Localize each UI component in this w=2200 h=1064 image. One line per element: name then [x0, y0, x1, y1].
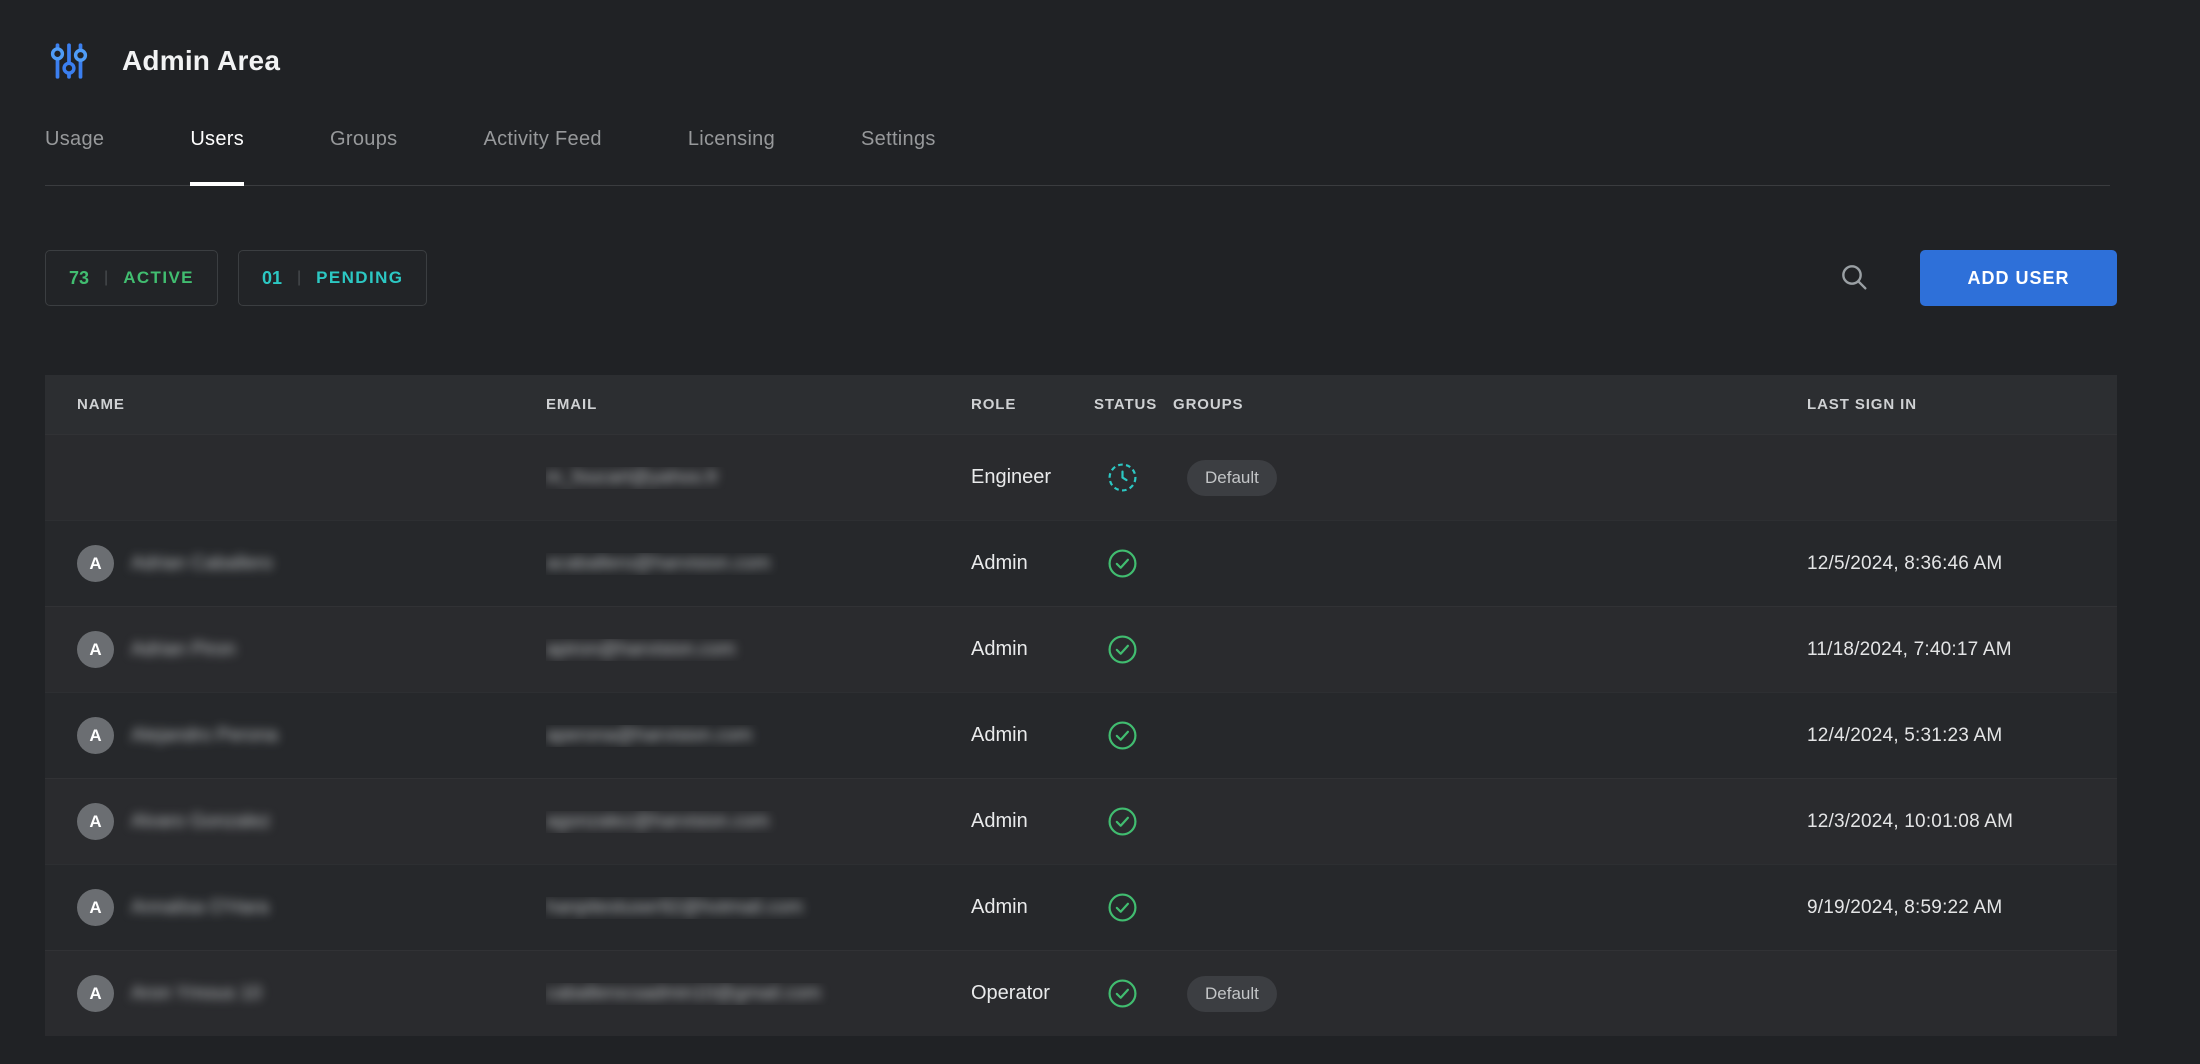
user-role: Admin	[971, 724, 1094, 747]
avatar: A	[77, 889, 114, 926]
last-sign-in: 11/18/2024, 7:40:17 AM	[1807, 639, 2085, 661]
avatar: A	[77, 631, 114, 668]
user-email: caballerocsadmin10@gmail.com	[546, 983, 821, 1004]
last-sign-in: 12/3/2024, 10:01:08 AM	[1807, 811, 2085, 833]
table-row[interactable]: m_foucart@yahoo.fr Engineer Default	[45, 434, 2117, 520]
status-pending-icon	[1094, 462, 1173, 493]
last-sign-in: 12/4/2024, 5:31:23 AM	[1807, 725, 2085, 747]
user-email: aperona@harvision.com	[546, 725, 752, 746]
admin-area-page: Admin Area Usage Users Groups Activity F…	[0, 0, 2200, 1064]
user-email: agonzalez@harvision.com	[546, 811, 769, 832]
table-header-row: NAME EMAIL ROLE STATUS GROUPS LAST SIGN …	[45, 375, 2117, 434]
user-name: Alejandro Perona	[131, 725, 278, 747]
tab-usage[interactable]: Usage	[45, 128, 104, 185]
user-role: Admin	[971, 810, 1094, 833]
add-user-button[interactable]: ADD USER	[1920, 250, 2117, 306]
table-body: m_foucart@yahoo.fr Engineer Default A Ad…	[45, 434, 2117, 1036]
user-name: Aron Ymous 10	[131, 983, 262, 1005]
app-logo-sliders-icon	[46, 38, 92, 84]
tab-groups[interactable]: Groups	[330, 128, 397, 185]
tab-bar: Usage Users Groups Activity Feed Licensi…	[45, 128, 2110, 186]
user-email: m_foucart@yahoo.fr	[546, 467, 718, 488]
table-row[interactable]: A Alejandro Perona aperona@harvision.com…	[45, 692, 2117, 778]
status-active-icon	[1094, 720, 1173, 751]
status-active-icon	[1094, 548, 1173, 579]
divider: |	[104, 269, 108, 287]
avatar: A	[77, 803, 114, 840]
active-users-filter[interactable]: 73 | ACTIVE	[45, 250, 218, 306]
tab-users[interactable]: Users	[190, 128, 244, 185]
status-active-icon	[1094, 806, 1173, 837]
search-button[interactable]	[1834, 258, 1874, 298]
table-row[interactable]: A Aron Ymous 10 caballerocsadmin10@gmail…	[45, 950, 2117, 1036]
group-badge: Default	[1187, 460, 1277, 496]
avatar: A	[77, 545, 114, 582]
page-title: Admin Area	[122, 45, 280, 77]
user-email: hanpitestuser92@hotmail.com	[546, 897, 803, 918]
toolbar: 73 | ACTIVE 01 | PENDING ADD USER	[45, 250, 2117, 306]
column-header-status: STATUS	[1094, 396, 1173, 413]
pending-count: 01	[262, 268, 282, 289]
pending-users-filter[interactable]: 01 | PENDING	[238, 250, 427, 306]
divider: |	[297, 269, 301, 287]
active-count: 73	[69, 268, 89, 289]
group-badge: Default	[1187, 976, 1277, 1012]
user-role: Engineer	[971, 466, 1094, 489]
table-row[interactable]: A Adrian Piron apiron@harvision.com Admi…	[45, 606, 2117, 692]
user-role: Admin	[971, 896, 1094, 919]
column-header-name: NAME	[77, 396, 546, 413]
user-name: Alvaro Gonzalez	[131, 811, 270, 833]
table-row[interactable]: A Adrian Caballero acaballero@harvision.…	[45, 520, 2117, 606]
tab-licensing[interactable]: Licensing	[688, 128, 775, 185]
avatar: A	[77, 717, 114, 754]
column-header-role: ROLE	[971, 396, 1094, 413]
user-name: Adrian Piron	[131, 639, 236, 661]
column-header-groups: GROUPS	[1173, 396, 1807, 413]
user-role: Operator	[971, 982, 1094, 1005]
active-label: ACTIVE	[123, 268, 194, 288]
user-name: Annalisa O'Hara	[131, 897, 269, 919]
status-active-icon	[1094, 892, 1173, 923]
users-table: NAME EMAIL ROLE STATUS GROUPS LAST SIGN …	[45, 375, 2117, 1036]
pending-label: PENDING	[316, 268, 403, 288]
status-active-icon	[1094, 978, 1173, 1009]
tab-settings[interactable]: Settings	[861, 128, 936, 185]
avatar: A	[77, 975, 114, 1012]
user-name: Adrian Caballero	[131, 553, 273, 575]
user-role: Admin	[971, 552, 1094, 575]
tab-activity-feed[interactable]: Activity Feed	[483, 128, 601, 185]
status-active-icon	[1094, 634, 1173, 665]
user-email: acaballero@harvision.com	[546, 553, 770, 574]
user-role: Admin	[971, 638, 1094, 661]
column-header-email: EMAIL	[546, 396, 971, 413]
last-sign-in: 9/19/2024, 8:59:22 AM	[1807, 897, 2085, 919]
user-email: apiron@harvision.com	[546, 639, 735, 660]
search-icon	[1838, 261, 1870, 296]
app-header: Admin Area	[0, 0, 2200, 84]
table-row[interactable]: A Annalisa O'Hara hanpitestuser92@hotmai…	[45, 864, 2117, 950]
last-sign-in: 12/5/2024, 8:36:46 AM	[1807, 553, 2085, 575]
table-row[interactable]: A Alvaro Gonzalez agonzalez@harvision.co…	[45, 778, 2117, 864]
column-header-last-sign-in: LAST SIGN IN	[1807, 396, 2085, 413]
